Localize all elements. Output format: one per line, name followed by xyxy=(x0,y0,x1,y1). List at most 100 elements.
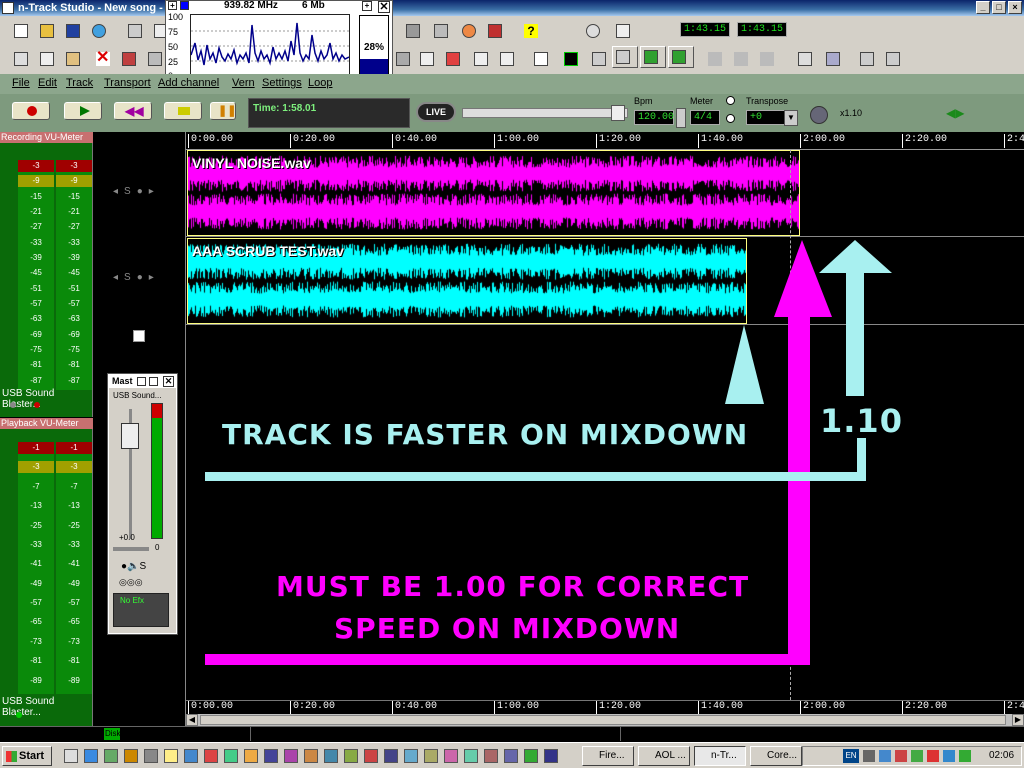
taskbar-item-ntrack[interactable]: n-Tr... xyxy=(694,746,746,766)
horizontal-scrollbar[interactable]: ◀ ▶ xyxy=(186,714,1024,726)
maximize-button[interactable]: □ xyxy=(992,1,1006,14)
hand-button[interactable] xyxy=(794,48,814,68)
menu-edit[interactable]: Edit xyxy=(38,77,57,89)
menu-track[interactable]: Track xyxy=(66,77,93,89)
bpm-field[interactable]: 120.00 xyxy=(634,110,674,125)
quicklaunch-icon[interactable] xyxy=(324,749,338,763)
start-button[interactable]: Start xyxy=(2,746,52,766)
menu-settings[interactable]: Settings xyxy=(262,77,302,89)
quicklaunch-icon[interactable] xyxy=(524,749,538,763)
taskbar-item-firefox[interactable]: Fire... xyxy=(582,746,634,766)
tray-icon[interactable] xyxy=(895,750,907,762)
mixer-close-icon[interactable]: ✕ xyxy=(163,376,174,387)
effects-box[interactable]: No Efx xyxy=(113,593,169,627)
menu-add-channel[interactable]: Add channel xyxy=(158,77,219,89)
transpose-dropdown[interactable]: ▼ xyxy=(784,110,798,126)
link-button[interactable] xyxy=(430,20,450,40)
open-button[interactable] xyxy=(36,20,56,40)
taskbar-item-corel[interactable]: Core... xyxy=(750,746,802,766)
scroll-right-icon[interactable]: ▶ xyxy=(1012,714,1024,726)
quicklaunch-icon[interactable] xyxy=(364,749,378,763)
rewind-button[interactable]: ◀◀ xyxy=(114,102,152,120)
copy2-button[interactable] xyxy=(36,48,56,68)
grid-view-button[interactable] xyxy=(822,48,842,68)
tray-icon[interactable] xyxy=(943,750,955,762)
zoom-v-button[interactable] xyxy=(496,48,516,68)
quicklaunch-icon[interactable] xyxy=(444,749,458,763)
save-button[interactable] xyxy=(62,20,82,40)
fade2-button[interactable] xyxy=(730,48,750,68)
record-button[interactable] xyxy=(12,102,50,120)
speed-knob[interactable] xyxy=(810,106,828,124)
ie-icon[interactable] xyxy=(84,749,98,763)
play-button[interactable] xyxy=(64,102,102,120)
slider-thumb[interactable] xyxy=(611,105,625,121)
tracks-area[interactable]: VINYL NOISE.wav AAA SCRUB TEST.wav TRACK… xyxy=(186,150,1024,700)
tray-icon[interactable] xyxy=(911,750,923,762)
volume-fader[interactable] xyxy=(119,409,143,539)
bpm-spinner[interactable] xyxy=(676,108,686,128)
pause-button[interactable]: ❚❚ xyxy=(210,102,236,120)
radio-1[interactable] xyxy=(726,96,735,105)
track-file-icon[interactable] xyxy=(133,330,145,342)
view1-button[interactable] xyxy=(588,48,608,68)
tray-icon[interactable] xyxy=(863,750,875,762)
tool-button[interactable] xyxy=(144,48,164,68)
quicklaunch-icon[interactable] xyxy=(244,749,258,763)
record-tool-button[interactable] xyxy=(484,20,504,40)
live-button[interactable]: LIVE xyxy=(416,102,456,122)
properties-button[interactable] xyxy=(124,20,144,40)
erase-button[interactable] xyxy=(118,48,138,68)
quicklaunch-icon[interactable] xyxy=(224,749,238,763)
speaker-icon[interactable]: ●🔈S xyxy=(121,561,146,572)
timeline-ruler[interactable]: 0:00.00 0:20.00 0:40.00 1:00.00 1:20.00 … xyxy=(186,132,1024,150)
tray-icon[interactable] xyxy=(879,750,891,762)
plugin-button[interactable] xyxy=(856,48,876,68)
quicklaunch-icon[interactable] xyxy=(124,749,138,763)
options-icon[interactable] xyxy=(180,1,189,10)
tray-icon[interactable] xyxy=(959,750,971,762)
quicklaunch-icon[interactable] xyxy=(464,749,478,763)
pan-slider[interactable] xyxy=(113,547,149,551)
mixer-btn-2[interactable] xyxy=(149,377,158,386)
list-button[interactable] xyxy=(530,48,550,68)
track-rec-button[interactable] xyxy=(668,46,694,68)
stop-button[interactable] xyxy=(164,102,202,120)
track-add-button[interactable] xyxy=(640,46,666,68)
help-button[interactable]: ? xyxy=(520,20,540,40)
web-button[interactable] xyxy=(88,20,108,40)
menu-view[interactable]: Vern xyxy=(232,77,255,89)
quicklaunch-icon[interactable] xyxy=(484,749,498,763)
counter-button[interactable] xyxy=(560,48,580,68)
mixer-btn-1[interactable] xyxy=(137,377,146,386)
quicklaunch-icon[interactable] xyxy=(284,749,298,763)
menu-loop[interactable]: Loop xyxy=(308,77,332,89)
mix-button[interactable] xyxy=(392,48,412,68)
quicklaunch-icon[interactable] xyxy=(404,749,418,763)
language-indicator[interactable]: EN xyxy=(843,749,859,763)
radio-2[interactable] xyxy=(726,114,735,123)
cut-button[interactable] xyxy=(10,48,30,68)
paste-button[interactable] xyxy=(62,48,82,68)
scroll-thumb[interactable] xyxy=(200,715,1006,725)
pin-icon[interactable]: + xyxy=(168,1,177,10)
quicklaunch-icon[interactable] xyxy=(384,749,398,763)
export-button[interactable] xyxy=(882,48,902,68)
meter-field[interactable]: 4/4 xyxy=(690,110,720,125)
transpose-field[interactable]: +0 xyxy=(746,110,786,125)
taskbar-item-aol[interactable]: AOL ... xyxy=(638,746,690,766)
menu-transport[interactable]: Transport xyxy=(104,77,151,89)
color-button[interactable] xyxy=(458,20,478,40)
quicklaunch-icon[interactable] xyxy=(144,749,158,763)
quicklaunch-icon[interactable] xyxy=(344,749,358,763)
quicklaunch-icon[interactable] xyxy=(304,749,318,763)
knob-icons[interactable]: ◎◎◎ xyxy=(119,577,143,588)
track-1-controls[interactable]: ◂S●▸ xyxy=(113,186,160,197)
delete-button[interactable]: ✕ xyxy=(92,48,112,68)
quicklaunch-icon[interactable] xyxy=(204,749,218,763)
minimize-button[interactable]: _ xyxy=(976,1,990,14)
quicklaunch-icon[interactable] xyxy=(104,749,118,763)
fade1-button[interactable] xyxy=(704,48,724,68)
zoom-out-button[interactable] xyxy=(442,48,462,68)
position-slider[interactable] xyxy=(462,105,628,121)
